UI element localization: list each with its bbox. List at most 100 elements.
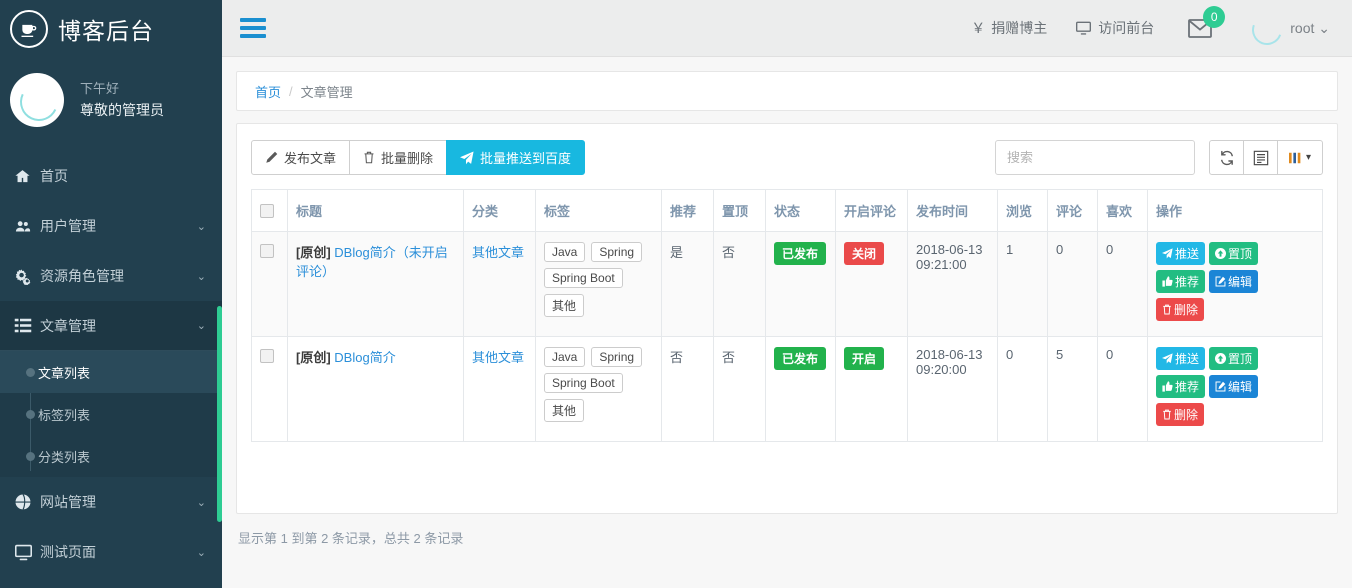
- toolbar-right: ▾: [995, 140, 1323, 175]
- columns-icon: [1288, 151, 1303, 165]
- sidebar-item-user-management[interactable]: 用户管理 ⌄: [0, 201, 222, 251]
- sidebar-item-test-page[interactable]: 测试页面 ⌄: [0, 527, 222, 577]
- sidebar-submenu-article: 文章列表 标签列表 分类列表: [0, 351, 222, 477]
- top-button[interactable]: 置顶: [1209, 347, 1259, 370]
- sidebar-item-resource-role-management[interactable]: 资源角色管理 ⌄: [0, 251, 222, 301]
- delete-button[interactable]: 删除: [1156, 298, 1205, 321]
- edit-button[interactable]: 编辑: [1209, 270, 1259, 293]
- refresh-button[interactable]: [1209, 140, 1244, 175]
- tag-chip[interactable]: Spring Boot: [544, 268, 623, 288]
- brand[interactable]: 博客后台: [0, 0, 222, 57]
- col-recommend[interactable]: 推荐: [661, 189, 714, 232]
- messages-button[interactable]: 0: [1188, 5, 1226, 38]
- breadcrumb-home[interactable]: 首页: [255, 82, 281, 101]
- batch-delete-button[interactable]: 批量删除: [349, 140, 448, 175]
- chevron-down-icon: ⌄: [196, 220, 206, 233]
- tag-chip[interactable]: Spring: [591, 347, 643, 367]
- delete-button[interactable]: 删除: [1156, 403, 1205, 426]
- action-button-group: 发布文章 批量删除 批量推送到百度: [251, 140, 586, 175]
- breadcrumb: 首页 / 文章管理: [236, 71, 1338, 111]
- user-menu[interactable]: root ⌄: [1290, 20, 1330, 37]
- table-record-summary: 显示第 1 到第 2 条记录，总共 2 条记录: [238, 531, 464, 546]
- monitor-icon: [1075, 21, 1092, 36]
- edit-label: 编辑: [1228, 380, 1253, 394]
- columns-button[interactable]: ▾: [1277, 140, 1323, 175]
- cell-recommend: 是: [661, 231, 714, 337]
- col-top[interactable]: 置顶: [713, 189, 766, 232]
- push-to-baidu-label: 批量推送到百度: [480, 151, 572, 166]
- tag-chip[interactable]: Java: [544, 242, 586, 262]
- breadcrumb-current: 文章管理: [300, 84, 353, 100]
- cell-publish-time: 2018-06-13 09:20:00: [907, 336, 998, 442]
- donate-link[interactable]: ￥ 捐赠博主: [971, 18, 1047, 38]
- cell-comment-open: 开启: [835, 336, 908, 442]
- tag-chip[interactable]: Spring: [591, 242, 643, 262]
- push-button[interactable]: 推送: [1156, 347, 1206, 370]
- sidebar: 博客后台 下午好 尊敬的管理员 首页 用户管理 ⌄ 资源角色管理 ⌄ 文章管理 …: [0, 0, 222, 588]
- title-prefix: [原创]: [296, 350, 331, 365]
- sidebar-scrollbar[interactable]: [217, 306, 222, 522]
- status-badge: 已发布: [774, 242, 827, 265]
- sidebar-item-article-list[interactable]: 文章列表: [0, 351, 222, 393]
- arrow-up-circle-icon: [1215, 353, 1227, 364]
- cell-status: 已发布: [765, 336, 836, 442]
- row-checkbox[interactable]: [260, 243, 274, 258]
- edit-icon: [1215, 381, 1226, 392]
- header-avatar[interactable]: [1250, 13, 1280, 43]
- sidebar-item-article-management[interactable]: 文章管理 ⌄: [0, 301, 222, 351]
- row-checkbox[interactable]: [260, 348, 274, 363]
- edit-button[interactable]: 编辑: [1209, 375, 1259, 398]
- col-views[interactable]: 浏览: [997, 189, 1048, 232]
- monitor-icon: [14, 544, 40, 561]
- col-publish-time[interactable]: 发布时间: [907, 189, 998, 232]
- topbar: ￥ 捐赠博主 访问前台 0 root ⌄: [222, 0, 1352, 57]
- tag-chip[interactable]: 其他: [544, 399, 585, 422]
- submenu-label: 分类列表: [38, 449, 91, 465]
- col-category[interactable]: 分类: [463, 189, 536, 232]
- col-comments[interactable]: 评论: [1047, 189, 1098, 232]
- sidebar-item-home[interactable]: 首页: [0, 151, 222, 201]
- select-all-checkbox[interactable]: [260, 204, 274, 219]
- top-button[interactable]: 置顶: [1209, 242, 1259, 265]
- table-row: [原创] DBlog简介 其他文章 Java Spring Spring Boot 其…: [251, 336, 1323, 442]
- recommend-button[interactable]: 推荐: [1156, 270, 1206, 293]
- tag-chip[interactable]: Java: [544, 347, 586, 367]
- paper-plane-icon: [460, 151, 474, 165]
- push-button[interactable]: 推送: [1156, 242, 1206, 265]
- title-link[interactable]: DBlog简介: [334, 350, 395, 365]
- status-badge: 已发布: [774, 347, 827, 370]
- col-tags[interactable]: 标签: [535, 189, 662, 232]
- sidebar-item-tag-list[interactable]: 标签列表: [0, 393, 222, 435]
- search-input[interactable]: [995, 140, 1195, 175]
- pencil-icon: [265, 151, 278, 164]
- thumbs-up-icon: [1162, 381, 1173, 392]
- hamburger-icon[interactable]: [240, 14, 266, 42]
- row-select-cell: [251, 231, 288, 337]
- admin-page: 博客后台 下午好 尊敬的管理员 首页 用户管理 ⌄ 资源角色管理 ⌄ 文章管理 …: [0, 0, 1352, 588]
- publish-article-button[interactable]: 发布文章: [251, 140, 351, 175]
- recommend-button[interactable]: 推荐: [1156, 375, 1206, 398]
- edit-label: 编辑: [1228, 275, 1253, 289]
- table-row: [原创] DBlog简介（未开启评论） 其他文章 Java Spring Sprin…: [251, 231, 1323, 337]
- tag-chip[interactable]: 其他: [544, 294, 585, 317]
- sidebar-item-category-list[interactable]: 分类列表: [0, 435, 222, 477]
- row-select-cell: [251, 336, 288, 442]
- cell-views: 0: [997, 336, 1048, 442]
- visit-site-link[interactable]: 访问前台: [1075, 18, 1154, 38]
- col-likes[interactable]: 喜欢: [1097, 189, 1148, 232]
- category-link[interactable]: 其他文章: [472, 350, 524, 365]
- col-title[interactable]: 标题: [287, 189, 464, 232]
- tag-chip[interactable]: Spring Boot: [544, 373, 623, 393]
- toggle-view-button[interactable]: [1243, 140, 1278, 175]
- sidebar-item-site-management[interactable]: 网站管理 ⌄: [0, 477, 222, 527]
- table-toolbar: 发布文章 批量删除 批量推送到百度 搜索 ▾: [251, 140, 1323, 175]
- push-to-baidu-button[interactable]: 批量推送到百度: [446, 140, 586, 175]
- col-comment-open[interactable]: 开启评论: [835, 189, 908, 232]
- category-link[interactable]: 其他文章: [472, 245, 524, 260]
- cell-likes: 0: [1097, 336, 1148, 442]
- chevron-down-icon: ⌄: [196, 320, 206, 332]
- chevron-down-icon: ⌄: [196, 546, 206, 559]
- col-status[interactable]: 状态: [765, 189, 836, 232]
- chevron-down-icon: ⌄: [196, 270, 206, 283]
- article-list-panel: 发布文章 批量删除 批量推送到百度 搜索 ▾ 标题 分类 标签 推荐 置顶 状态…: [236, 123, 1338, 514]
